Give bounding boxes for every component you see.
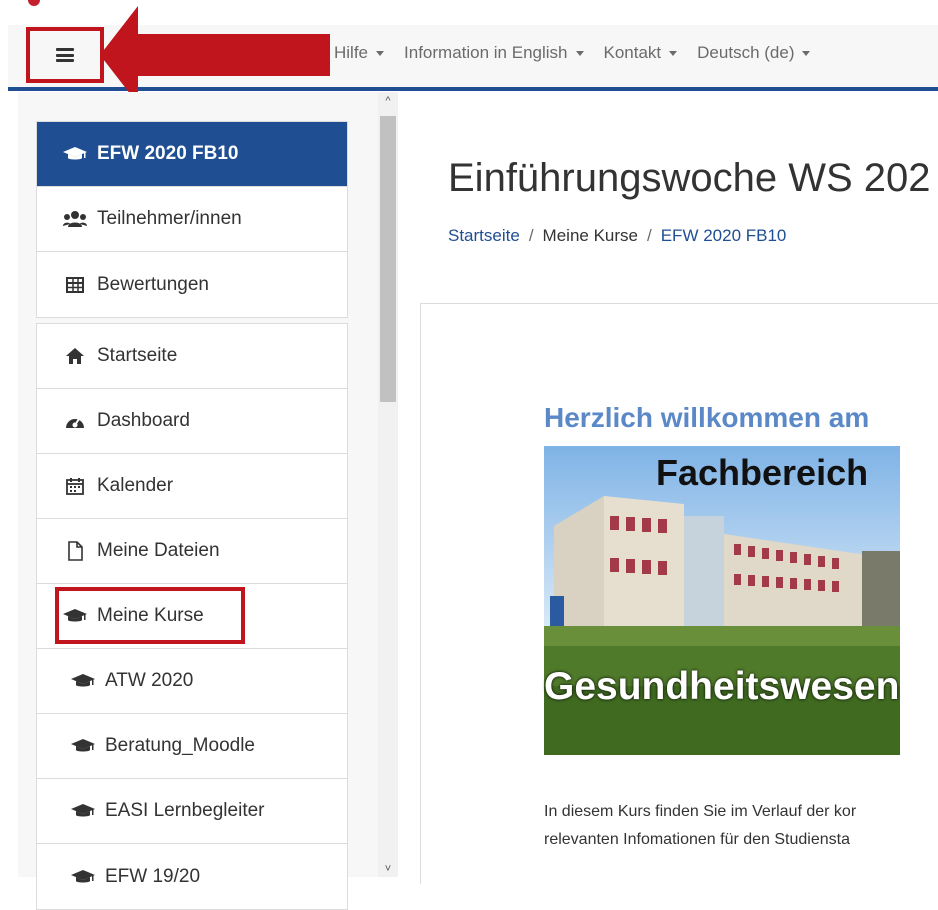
nav-menu: Hilfe Information in English Kontakt Deu… (334, 43, 830, 63)
drawer-item-calendar[interactable]: Kalender (37, 454, 347, 519)
nav-item-kontakt[interactable]: Kontakt (604, 43, 678, 63)
intro-line: In diesem Kurs finden Sie im Verlauf der… (544, 803, 857, 820)
browser-favicon (28, 0, 40, 6)
drawer-scroll-thumb[interactable] (380, 116, 396, 402)
drawer-item-dashboard[interactable]: Dashboard (37, 389, 347, 454)
graduation-cap-icon (63, 144, 87, 164)
table-icon (63, 275, 87, 295)
banner-text-bottom: Gesundheitswesen (544, 665, 900, 708)
annotation-highlight-box (55, 587, 245, 644)
caret-down-icon (575, 50, 584, 56)
intro-line: relevanten Infomationen für den Studiens… (544, 831, 850, 848)
drawer-item-home[interactable]: Startseite (37, 324, 347, 389)
breadcrumb-link-course[interactable]: EFW 2020 FB10 (661, 226, 787, 245)
welcome-heading: Herzlich willkommen am (544, 402, 870, 433)
calendar-icon (63, 476, 87, 496)
breadcrumb: Startseite / Meine Kurse / EFW 2020 FB10 (448, 226, 786, 246)
drawer-item-course[interactable]: EASI Lernbegleiter (37, 779, 347, 844)
page-title: Einführungswoche WS 202 (448, 156, 931, 200)
breadcrumb-separator: / (646, 226, 652, 245)
hamburger-icon (56, 48, 74, 62)
drawer-item-course[interactable]: ATW 2020 (37, 649, 347, 714)
course-intro-text: In diesem Kurs finden Sie im Verlauf der… (544, 798, 856, 854)
drawer-item-course[interactable]: Beratung_Moodle (37, 714, 347, 779)
file-icon (63, 541, 87, 561)
drawer-item-my-files[interactable]: Meine Dateien (37, 519, 347, 584)
course-nav-group: EFW 2020 FB10 Teilnehmer/innen Bewertung… (36, 121, 348, 318)
hamburger-menu-button[interactable] (26, 27, 104, 83)
drawer-item-grades[interactable]: Bewertungen (37, 252, 347, 317)
caret-down-icon (802, 50, 811, 56)
drawer-item-current-course[interactable]: EFW 2020 FB10 (37, 122, 347, 187)
caret-down-icon (376, 50, 385, 56)
caret-down-icon (669, 50, 678, 56)
drawer-item-participants[interactable]: Teilnehmer/innen (37, 187, 347, 252)
dashboard-icon (63, 411, 87, 431)
breadcrumb-item[interactable]: Meine Kurse (543, 226, 638, 245)
graduation-cap-icon (71, 801, 95, 821)
breadcrumb-link-home[interactable]: Startseite (448, 226, 520, 245)
users-icon (63, 209, 87, 229)
breadcrumb-separator: / (528, 226, 534, 245)
scroll-up-icon[interactable]: ^ (381, 94, 395, 108)
nav-item-english[interactable]: Information in English (404, 43, 584, 63)
graduation-cap-icon (71, 671, 95, 691)
scroll-down-icon[interactable]: ˅ (381, 862, 395, 876)
banner-text-top: Fachbereich (656, 452, 869, 493)
graduation-cap-icon (71, 736, 95, 756)
nav-item-hilfe[interactable]: Hilfe (334, 43, 385, 63)
home-icon (63, 346, 87, 366)
nav-item-language[interactable]: Deutsch (de) (697, 43, 811, 63)
